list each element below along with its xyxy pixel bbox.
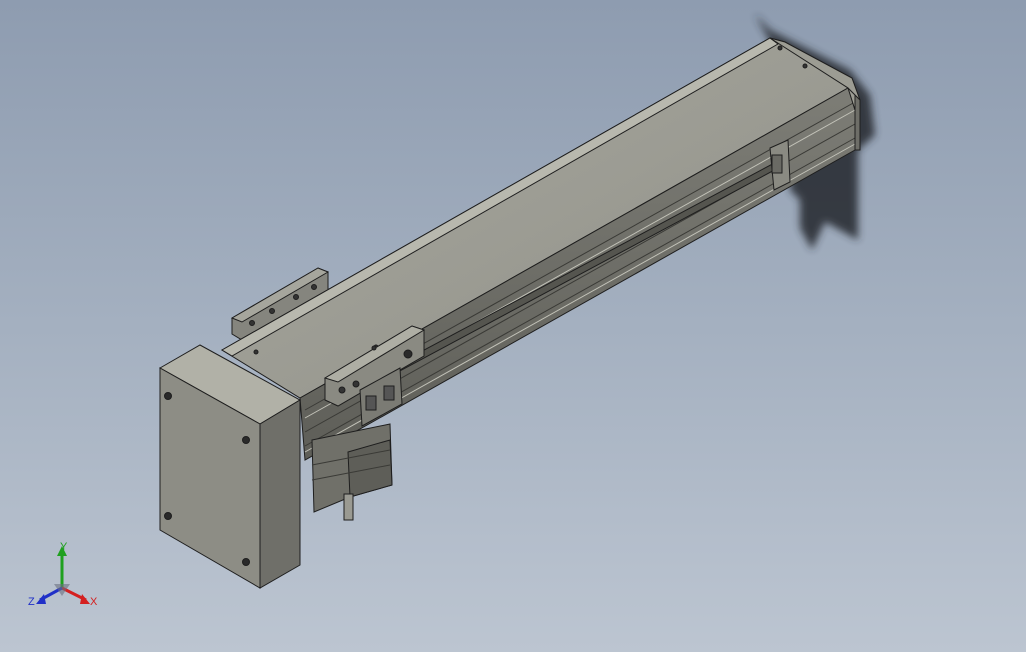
orientation-triad[interactable]: Y X Z — [24, 538, 104, 614]
x-axis-arrow-icon — [80, 594, 90, 604]
x-axis-label: X — [90, 596, 98, 608]
cad-graphics-viewport[interactable]: Y X Z — [0, 0, 1026, 652]
actuator-beam[interactable] — [221, 37, 861, 461]
y-axis-label: Y — [60, 541, 68, 553]
limit-sensor-far[interactable] — [769, 139, 791, 191]
z-axis-arrow-icon — [36, 594, 46, 604]
z-axis-label: Z — [28, 596, 35, 608]
linear-actuator-model[interactable] — [0, 0, 1026, 652]
motor-housing[interactable] — [311, 423, 393, 521]
